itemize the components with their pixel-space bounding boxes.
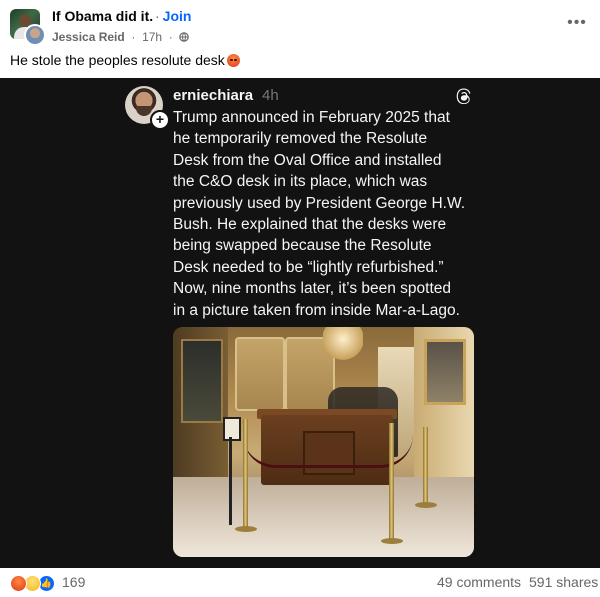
threads-text-line: Desk needed to be “lightly refurbished.” [173, 258, 444, 276]
photo-mirror [424, 339, 466, 405]
desk-photo[interactable] [173, 327, 474, 557]
threads-text-line: Bush. He explained that the desks were [173, 216, 447, 234]
photo-stanchion [243, 419, 248, 529]
threads-text-line: Now, nine months later, it’s been spotte… [173, 280, 452, 298]
photo-window [181, 339, 223, 423]
threads-logo-icon [456, 88, 471, 104]
more-options-icon[interactable]: ••• [566, 12, 588, 34]
separator-dot: · [155, 8, 160, 24]
threads-time: 4h [262, 87, 279, 104]
threads-username: erniechiara [173, 87, 254, 104]
photo-floor [173, 477, 474, 557]
threads-text-line: Desk from the Oval Office and installed [173, 151, 442, 169]
photo-stanchion-base [415, 502, 437, 508]
threads-text-line: previously used by President George H.W. [173, 194, 466, 212]
globe-icon [179, 32, 189, 42]
post-footer: 👍 169 49 comments 591 shares [0, 568, 600, 597]
shared-media[interactable]: + erniechiara 4h Trump announced in Febr… [0, 78, 600, 568]
separator-dot: · [128, 29, 139, 44]
photo-chandelier [323, 327, 363, 367]
threads-text-line: he temporarily removed the Resolute [173, 130, 428, 148]
threads-text-line: being swapped because the Resolute [173, 237, 432, 255]
photo-wall-panel [235, 337, 285, 411]
photo-sign [223, 417, 241, 441]
post-header: If Obama did it. · Join Jessica Reid · 17… [0, 0, 600, 46]
photo-velvet-rope [243, 435, 413, 468]
reaction-count[interactable]: 169 [62, 574, 85, 590]
post-text: He stole the peoples resolute desk [10, 52, 240, 68]
post-meta: Jessica Reid · 17h · [52, 29, 189, 44]
photo-sign-stand [229, 437, 232, 525]
author-avatar[interactable] [24, 24, 46, 46]
threads-text-line: the C&O desk in its place, which was [173, 173, 428, 191]
photo-stanchion [423, 427, 428, 505]
post-time-link[interactable]: 17h [142, 30, 162, 44]
photo-stanchion [389, 423, 394, 541]
photo-stanchion-base [235, 526, 257, 532]
separator-dot: · [165, 29, 173, 44]
threads-text-line: in a picture taken from inside Mar-a-Lag… [173, 301, 460, 319]
author-name-link[interactable]: Jessica Reid [52, 30, 125, 44]
group-name-link[interactable]: If Obama did it. [52, 8, 153, 24]
threads-avatar-beard [136, 106, 152, 116]
join-group-button[interactable]: · Join [155, 8, 191, 24]
comments-link[interactable]: 49 comments [437, 574, 521, 590]
angry-face-emoji [226, 54, 240, 67]
follow-plus-icon: + [150, 110, 170, 130]
angry-reaction-icon[interactable] [10, 575, 27, 592]
post-text-content: He stole the peoples resolute desk [10, 52, 225, 68]
shares-link[interactable]: 591 shares [529, 574, 598, 590]
photo-stanchion-base [381, 538, 403, 544]
join-label[interactable]: Join [163, 8, 192, 24]
threads-post-body: Trump announced in February 2025 that he… [173, 107, 483, 321]
threads-text-line: Trump announced in February 2025 that [173, 109, 450, 126]
